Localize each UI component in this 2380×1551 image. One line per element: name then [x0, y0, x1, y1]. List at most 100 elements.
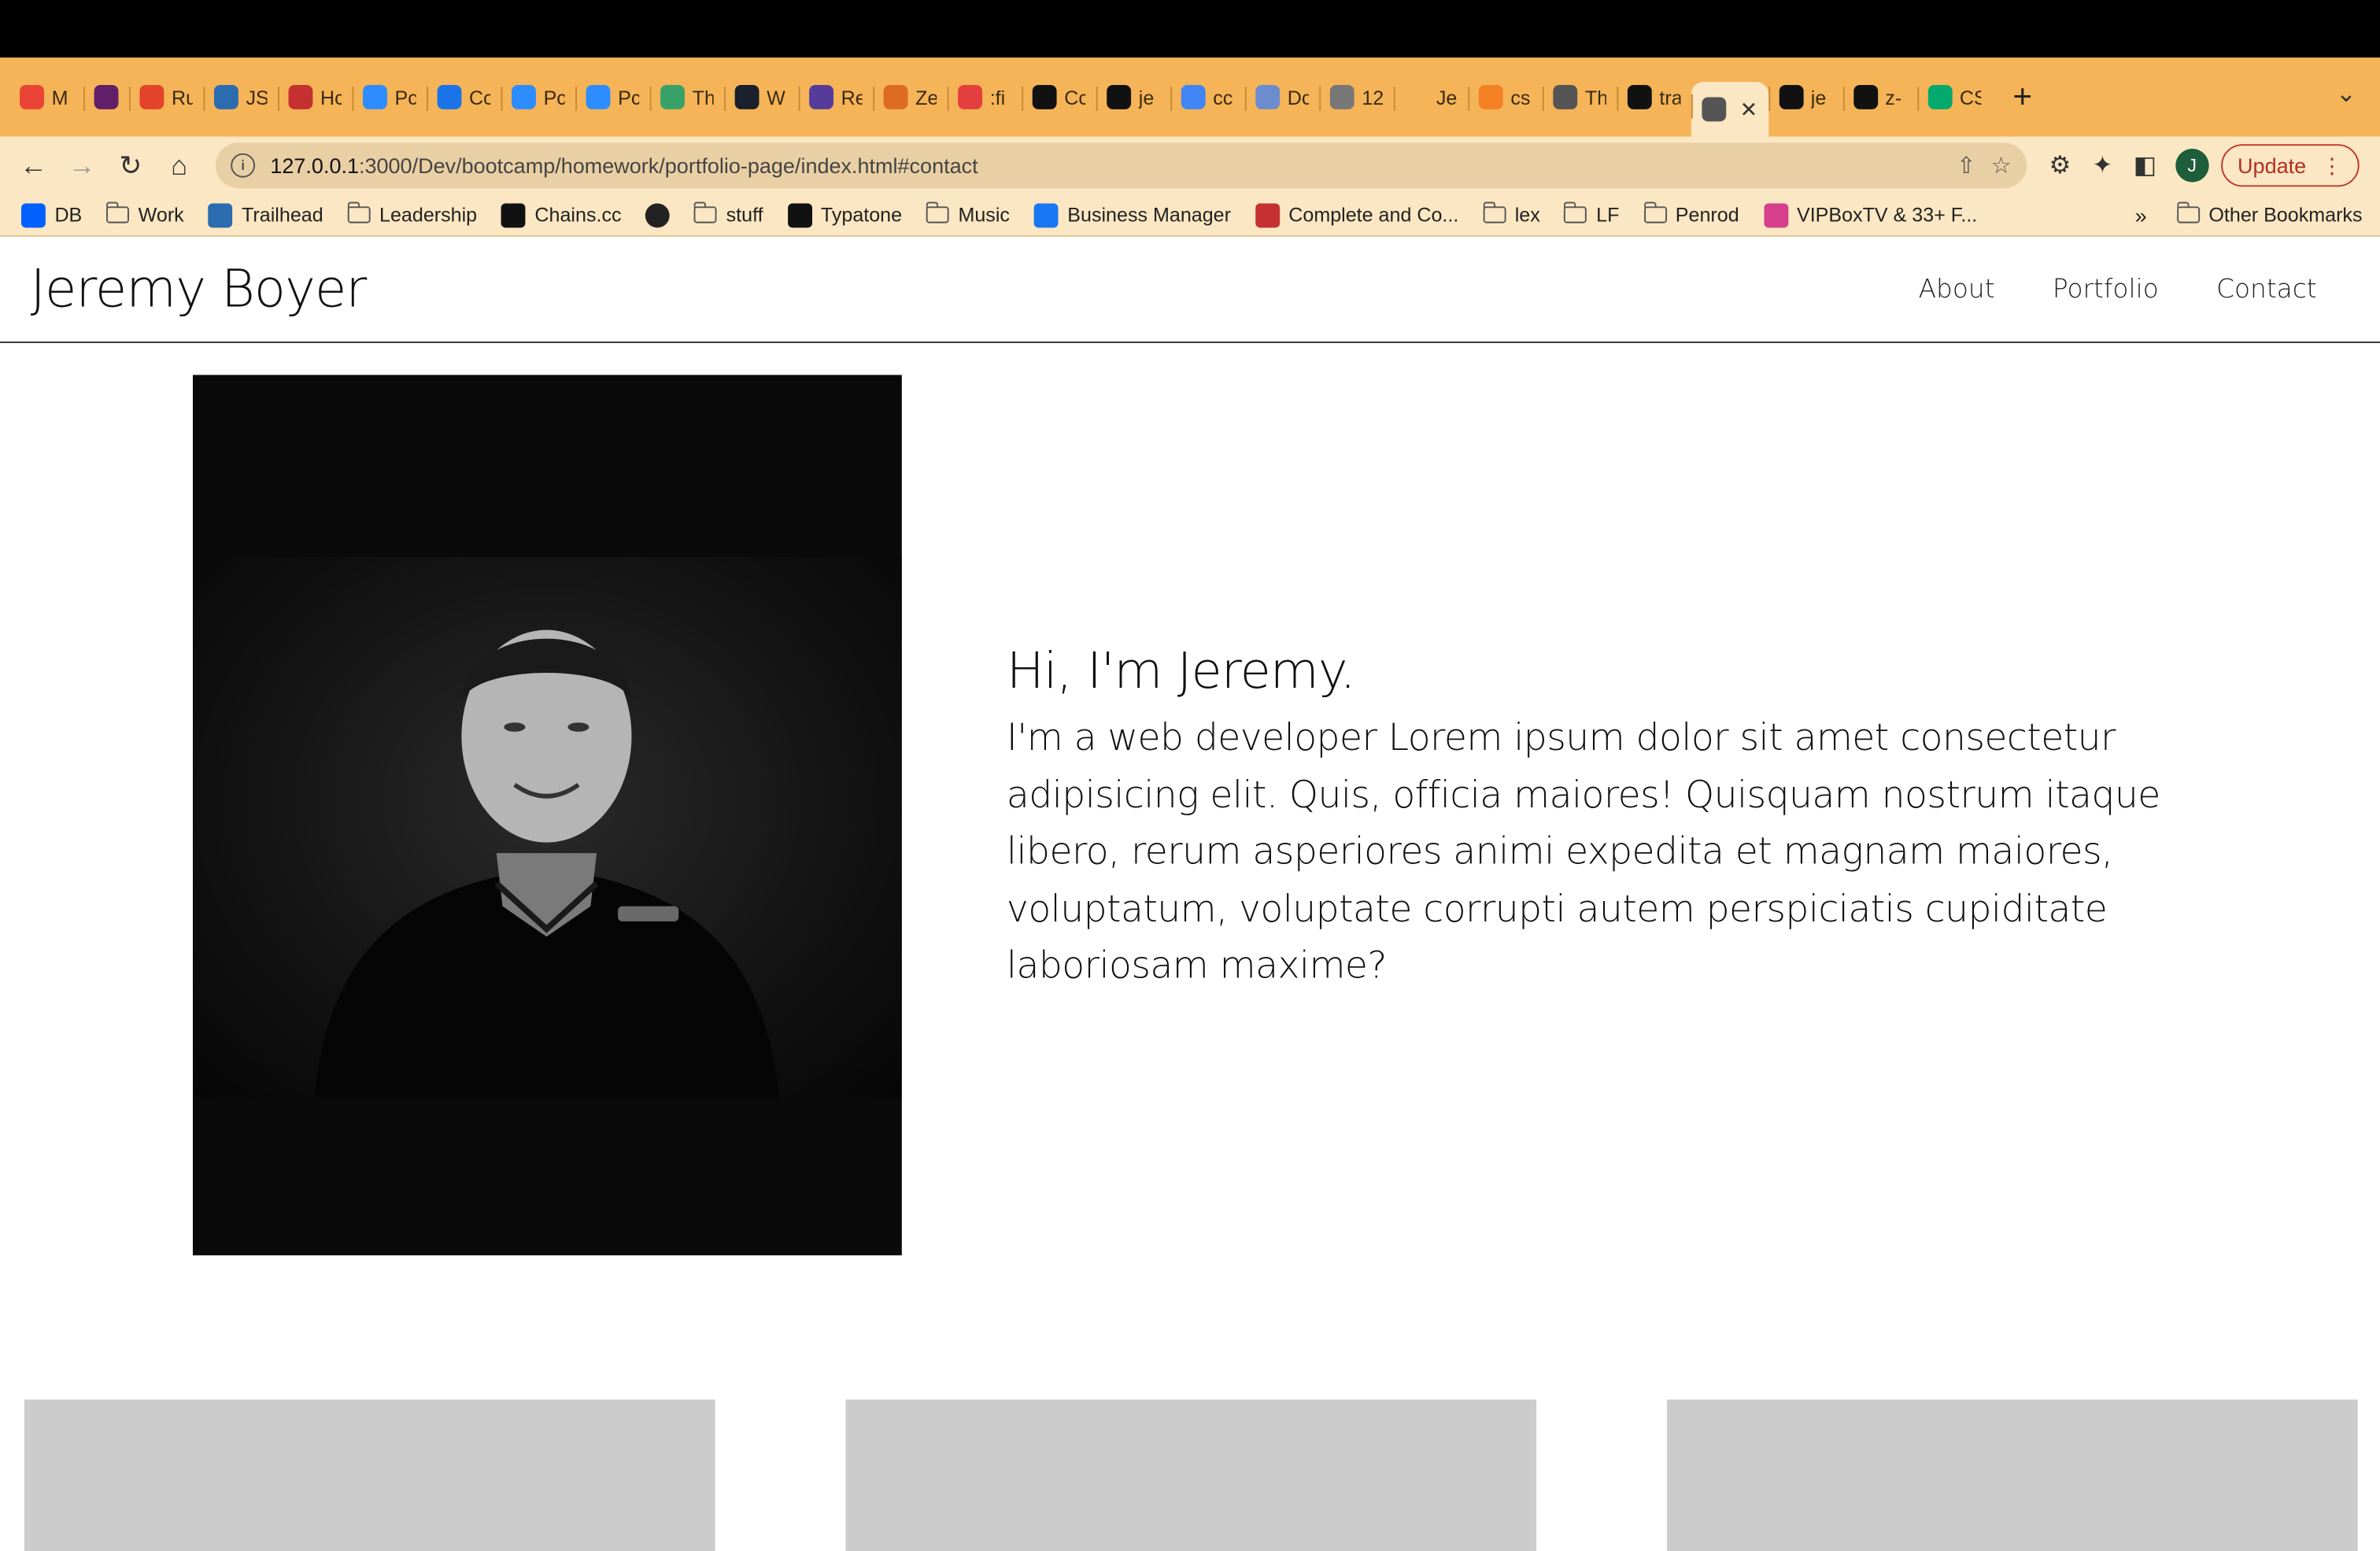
close-tab-icon[interactable]: ✕ — [1740, 96, 1758, 122]
browser-tab[interactable]: Pc — [575, 75, 650, 120]
browser-tab[interactable]: je — [1096, 75, 1171, 120]
bookmark-item[interactable] — [645, 202, 671, 227]
folder-icon — [926, 201, 949, 223]
share-icon[interactable]: ⇧ — [1957, 152, 1975, 179]
profile-photo-image — [192, 556, 902, 1098]
browser-tab[interactable]: JS — [203, 75, 278, 120]
tab-title: cs — [1510, 85, 1531, 109]
other-bookmarks-folder[interactable]: Other Bookmarks — [2176, 201, 2363, 226]
bookmark-item[interactable]: VIPBoxTV & 33+ F... — [1763, 202, 1978, 227]
profile-photo — [192, 375, 902, 1256]
g2-icon — [883, 85, 908, 109]
browser-tab[interactable]: ✕ — [1691, 82, 1768, 137]
extensions-puzzle-icon[interactable]: ✦ — [2084, 147, 2120, 183]
back-button[interactable]: ← — [12, 144, 54, 186]
globe-icon — [1702, 97, 1727, 122]
portfolio-card-3[interactable] — [1667, 1399, 2358, 1551]
side-panel-icon[interactable]: ◧ — [2127, 147, 2163, 183]
browser-tab[interactable]: tra — [1617, 75, 1691, 120]
bookmark-item[interactable]: Trailhead — [208, 202, 323, 227]
browser-tab[interactable]: CS — [1916, 75, 1992, 120]
chains-icon — [501, 202, 526, 227]
bookmark-item[interactable]: Leadership — [347, 201, 477, 226]
url-text[interactable]: 127.0.0.1:3000/Dev/bootcamp/homework/por… — [270, 153, 1941, 178]
url-host: 127.0.0.1 — [270, 153, 359, 178]
nav-link-contact[interactable]: Contact — [2216, 274, 2317, 305]
site-brand[interactable]: Jeremy Boyer — [31, 259, 368, 319]
globe-icon — [1553, 85, 1578, 109]
m-bold-icon — [1853, 85, 1878, 109]
portfolio-card-2[interactable] — [845, 1399, 1537, 1551]
browser-tab[interactable]: Hc — [278, 75, 353, 120]
browser-tab[interactable]: cc — [1170, 75, 1245, 120]
bookmark-item[interactable]: Typatone — [787, 202, 902, 227]
tab-search-chevron-icon[interactable]: ⌄ — [2336, 79, 2356, 109]
browser-tab[interactable]: :fi — [947, 75, 1022, 120]
browser-tab[interactable]: z- — [1842, 75, 1917, 120]
browser-tab[interactable]: W — [724, 75, 799, 120]
bookmark-item[interactable]: Work — [106, 201, 184, 226]
browser-tab[interactable]: Th — [1542, 75, 1617, 120]
profile-avatar[interactable]: J — [2175, 149, 2209, 183]
gitlab-icon — [139, 85, 164, 109]
browser-tab[interactable]: Re — [798, 75, 874, 120]
vip-icon — [1763, 202, 1788, 227]
browser-tab[interactable]: Ze — [873, 75, 948, 120]
tab-title: je — [1810, 85, 1827, 109]
portrait-illustration — [314, 630, 779, 1098]
bookmark-item[interactable]: Chains.cc — [501, 202, 622, 227]
browser-tab[interactable]: Pc — [501, 75, 576, 120]
nav-link-about[interactable]: About — [1919, 274, 1995, 305]
portfolio-card-1[interactable] — [24, 1399, 715, 1551]
browser-toolbar: ← → ↻ ⌂ i 127.0.0.1:3000/Dev/bootcamp/ho… — [0, 136, 2380, 194]
tab-title: tra — [1659, 85, 1681, 109]
bookmark-label: Complete and Co... — [1288, 203, 1459, 227]
new-tab-button[interactable]: + — [1991, 77, 2053, 116]
bookmark-item[interactable]: Complete and Co... — [1255, 202, 1459, 227]
browser-tab[interactable]: Dc — [1244, 75, 1320, 120]
browser-tab[interactable]: je — [1768, 75, 1843, 120]
bookmark-item[interactable]: Penrod — [1643, 201, 1739, 226]
globe-icon — [645, 202, 671, 227]
bookmark-item[interactable]: DB — [21, 202, 82, 227]
bookmark-item[interactable]: Business Manager — [1033, 202, 1231, 227]
site-info-icon[interactable]: i — [231, 153, 256, 178]
globe-icon — [1329, 85, 1354, 109]
bookmark-label: VIPBoxTV & 33+ F... — [1796, 203, 1978, 227]
asterisk-icon — [958, 85, 983, 109]
browser-tab[interactable]: Ru — [128, 75, 204, 120]
browser-tab[interactable]: cs — [1468, 75, 1543, 120]
kebab-menu-icon: ⋮ — [2321, 152, 2343, 177]
bookmarks-overflow-button[interactable]: » — [2135, 203, 2147, 227]
bookmark-item[interactable]: LF — [1564, 201, 1619, 226]
browser-tab[interactable]: M — [9, 75, 84, 120]
browser-tab[interactable] — [83, 75, 129, 120]
browser-tab[interactable]: Cc — [427, 75, 501, 120]
tab-strip: M Ru JS Hc Pc Cc Pc Pc Th W Re Ze:fi Cc je cc Dc 12 Je cs T… — [0, 57, 2380, 137]
bookmark-item[interactable]: stuff — [694, 201, 763, 226]
browser-tab[interactable]: Th — [649, 75, 725, 120]
tab-title: Hc — [320, 85, 342, 109]
extension-gear-icon[interactable]: ⚙ — [2042, 147, 2078, 183]
bookmark-label: Trailhead — [242, 203, 323, 227]
browser-tab[interactable]: Pc — [352, 75, 427, 120]
nav-link-portfolio[interactable]: Portfolio — [2053, 274, 2159, 305]
forward-button[interactable]: → — [61, 144, 103, 186]
bookmark-item[interactable]: lex — [1483, 201, 1540, 226]
github-icon — [1779, 85, 1804, 109]
tab-title: je — [1138, 85, 1155, 109]
bookmark-label: Business Manager — [1067, 203, 1231, 227]
tab-title: Th — [692, 85, 714, 109]
bookmark-star-icon[interactable]: ☆ — [1991, 152, 2012, 179]
home-button[interactable]: ⌂ — [158, 144, 201, 186]
update-button[interactable]: Update ⋮ — [2220, 144, 2360, 187]
site-header: Jeremy Boyer About Portfolio Contact — [0, 236, 2380, 343]
browser-tab[interactable]: Je — [1393, 75, 1469, 120]
trailhead-icon — [208, 202, 233, 227]
reload-button[interactable]: ↻ — [109, 144, 152, 186]
browser-tab[interactable]: Cc — [1022, 75, 1096, 120]
bookmark-item[interactable]: Music — [926, 201, 1010, 226]
intro-body: I'm a web developer Lorem ipsum dolor si… — [1006, 715, 2160, 987]
address-bar[interactable]: i 127.0.0.1:3000/Dev/bootcamp/homework/p… — [215, 142, 2027, 189]
browser-tab[interactable]: 12 — [1319, 75, 1394, 120]
